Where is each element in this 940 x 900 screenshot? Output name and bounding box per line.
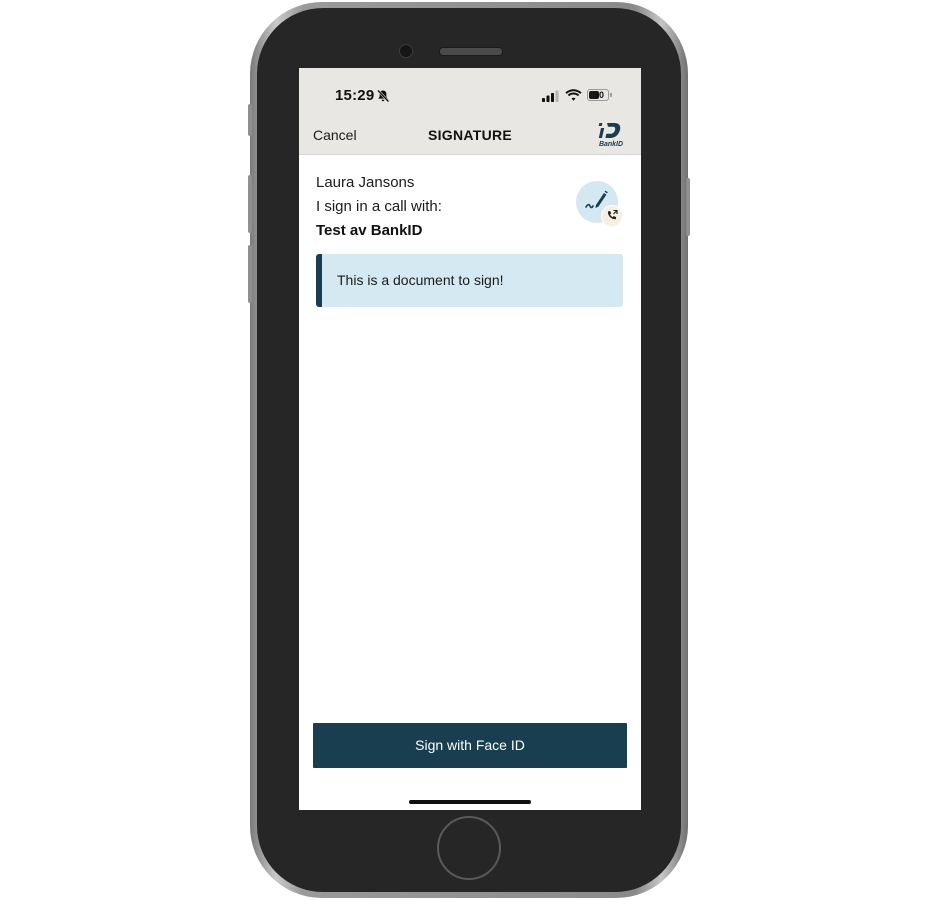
status-bar: 15:29 50 xyxy=(299,68,641,120)
signer-name: Laura Jansons xyxy=(316,174,415,191)
relying-party-name: Test av BankID xyxy=(316,222,423,239)
power-button xyxy=(686,178,690,236)
battery-icon: 50 xyxy=(587,89,609,101)
call-badge xyxy=(601,205,623,227)
volume-up-button xyxy=(248,175,252,233)
bankid-mark-icon xyxy=(598,123,621,138)
wifi-icon xyxy=(565,89,582,101)
signing-context: I sign in a call with: xyxy=(316,198,442,215)
screen: 15:29 50 Cancel SIGNATURE BankID Laura J… xyxy=(299,68,641,810)
battery-nub xyxy=(610,93,612,97)
volume-down-button xyxy=(248,245,252,303)
bankid-logo-text: BankID xyxy=(598,141,624,148)
bankid-logo: BankID xyxy=(596,120,626,150)
document-card: This is a document to sign! xyxy=(316,254,623,307)
cancel-button[interactable]: Cancel xyxy=(313,127,357,143)
home-indicator xyxy=(409,800,531,804)
status-time: 15:29 xyxy=(335,87,375,104)
phone-call-icon xyxy=(607,209,618,220)
cellular-signal-icon xyxy=(542,90,559,102)
bell-muted-icon xyxy=(377,89,390,103)
sign-with-face-id-button[interactable]: Sign with Face ID xyxy=(313,723,627,768)
document-text: This is a document to sign! xyxy=(337,272,504,288)
earpiece-speaker xyxy=(439,47,503,56)
front-camera xyxy=(399,44,413,58)
signing-info: Laura Jansons I sign in a call with: Tes… xyxy=(316,171,556,243)
mute-switch xyxy=(248,104,252,136)
navigation-bar: Cancel SIGNATURE xyxy=(299,120,641,155)
battery-percent: 50 xyxy=(593,90,604,100)
home-button[interactable] xyxy=(437,816,501,880)
